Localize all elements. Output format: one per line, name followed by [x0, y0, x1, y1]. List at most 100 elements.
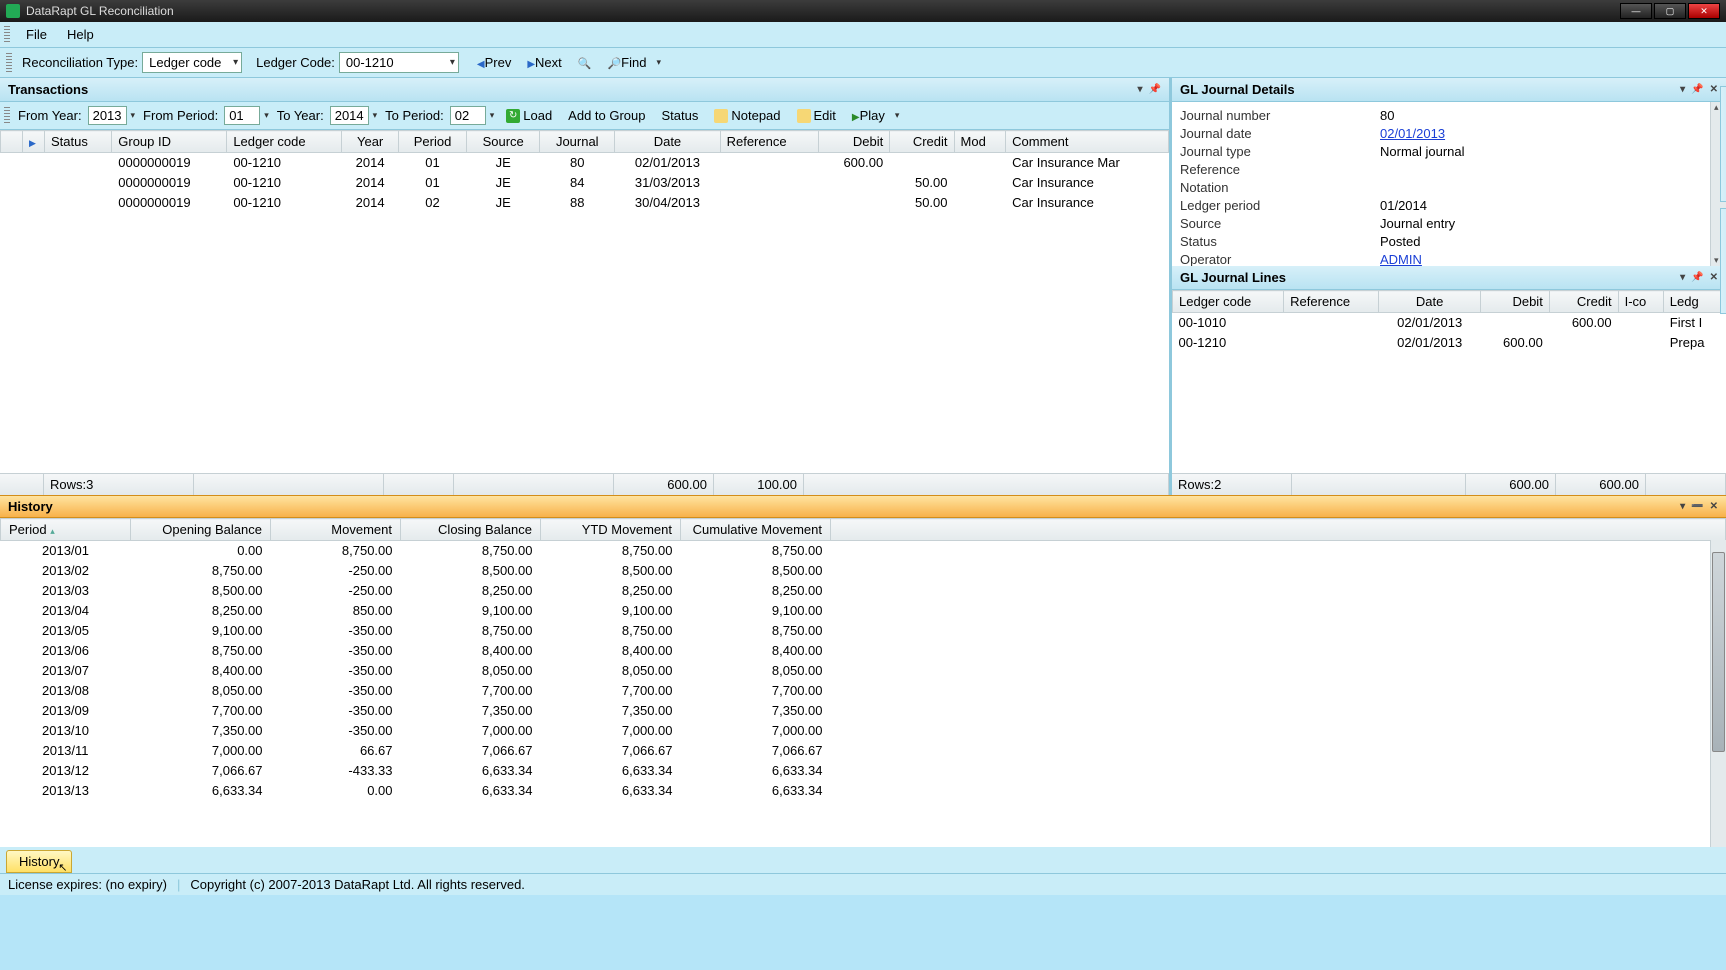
pin-icon[interactable]: 📌	[1691, 272, 1703, 283]
table-row[interactable]: 2013/136,633.340.006,633.346,633.346,633…	[1, 781, 1726, 801]
col-reference[interactable]: Reference	[1284, 291, 1379, 313]
table-row[interactable]: 2013/028,750.00-250.008,500.008,500.008,…	[1, 561, 1726, 581]
table-row[interactable]: 2013/068,750.00-350.008,400.008,400.008,…	[1, 641, 1726, 661]
recon-type-select[interactable]: Ledger code	[142, 52, 242, 73]
refresh-icon	[506, 109, 520, 123]
dropdown-icon[interactable]: ▾	[1680, 84, 1685, 95]
menu-file[interactable]: File	[16, 24, 57, 45]
col-year[interactable]: Year	[342, 131, 399, 153]
next-button[interactable]: Next	[521, 53, 567, 72]
lines-grid[interactable]: Ledger code Reference Date Debit Credit …	[1172, 290, 1726, 353]
col-ledg[interactable]: Ledg	[1663, 291, 1725, 313]
table-row[interactable]: 2013/038,500.00-250.008,250.008,250.008,…	[1, 581, 1726, 601]
status-button[interactable]: Status	[656, 106, 705, 125]
edit-button[interactable]: Edit	[791, 106, 842, 125]
from-year-label: From Year:	[18, 108, 82, 123]
table-row[interactable]: 2013/010.008,750.008,750.008,750.008,750…	[1, 541, 1726, 561]
from-period-input[interactable]: 01	[224, 106, 260, 125]
play-icon	[852, 108, 860, 123]
close-button[interactable]: ✕	[1688, 3, 1720, 19]
app-icon	[6, 4, 20, 18]
notepad-button[interactable]: Notepad	[708, 106, 786, 125]
col-ledger[interactable]: Ledger code	[1173, 291, 1284, 313]
table-row[interactable]: 2013/097,700.00-350.007,350.007,350.007,…	[1, 701, 1726, 721]
col-period[interactable]: Period	[398, 131, 466, 153]
dropdown-icon[interactable]: ▾	[895, 110, 900, 121]
detail-row: StatusPosted	[1180, 232, 1718, 250]
dropdown-icon[interactable]: ▾	[656, 57, 661, 68]
table-row[interactable]: 000000001900-1210201401JE8002/01/2013600…	[1, 153, 1169, 173]
transactions-title: Transactions	[8, 82, 88, 97]
col-ytd[interactable]: YTD Movement	[541, 519, 681, 541]
col-ledger[interactable]: Ledger code	[227, 131, 342, 153]
search-button[interactable]	[572, 53, 598, 72]
account-info-tab[interactable]: Account Information	[1720, 86, 1726, 202]
col-journal[interactable]: Journal	[540, 131, 615, 153]
col-credit[interactable]: Credit	[1549, 291, 1618, 313]
load-button[interactable]: Load	[500, 106, 558, 125]
col-ico[interactable]: I-co	[1618, 291, 1663, 313]
col-debit[interactable]: Debit	[819, 131, 890, 153]
play-button[interactable]: Play	[846, 106, 891, 125]
history-grid[interactable]: Period ▴ Opening Balance Movement Closin…	[0, 518, 1726, 847]
transactions-grid[interactable]: Status Group ID Ledger code Year Period …	[0, 130, 1169, 213]
minimize-button[interactable]: —	[1620, 3, 1652, 19]
col-reference[interactable]: Reference	[720, 131, 818, 153]
table-row[interactable]: 00-101002/01/2013600.00First I	[1173, 313, 1726, 333]
add-to-group-button[interactable]: Add to Group	[562, 106, 651, 125]
detail-row: SourceJournal entry	[1180, 214, 1718, 232]
col-date[interactable]: Date	[1379, 291, 1481, 313]
col-credit[interactable]: Credit	[890, 131, 954, 153]
to-period-input[interactable]: 02	[450, 106, 486, 125]
table-row[interactable]: 2013/117,000.0066.677,066.677,066.677,06…	[1, 741, 1726, 761]
table-row[interactable]: 2013/088,050.00-350.007,700.007,700.007,…	[1, 681, 1726, 701]
col-cum[interactable]: Cumulative Movement	[681, 519, 831, 541]
pin-icon[interactable]: 📌	[1691, 84, 1703, 95]
transactions-footer: Rows:3 600.00 100.00	[0, 473, 1169, 495]
to-year-input[interactable]: 2014	[330, 106, 369, 125]
lines-header: GL Journal Lines ▾ 📌 ✕	[1172, 266, 1726, 290]
close-icon[interactable]: ✕	[1710, 272, 1718, 283]
table-row[interactable]: 2013/059,100.00-350.008,750.008,750.008,…	[1, 621, 1726, 641]
history-tab[interactable]: History↖	[6, 850, 72, 873]
dropdown-icon[interactable]: ▾	[1138, 84, 1143, 95]
reconciliation-set-tab[interactable]: Reconciliation Set	[1720, 208, 1726, 314]
col-mod[interactable]: Mod	[954, 131, 1006, 153]
footer-credit: 600.00	[1599, 477, 1639, 492]
ledger-code-select[interactable]: 00-1210	[339, 52, 459, 73]
prev-icon	[477, 55, 485, 70]
col-open[interactable]: Opening Balance	[131, 519, 271, 541]
col-date[interactable]: Date	[615, 131, 720, 153]
scrollbar[interactable]	[1710, 540, 1726, 847]
table-row[interactable]: 000000001900-1210201402JE8830/04/201350.…	[1, 193, 1169, 213]
col-debit[interactable]: Debit	[1481, 291, 1550, 313]
table-row[interactable]: 2013/048,250.00850.009,100.009,100.009,1…	[1, 601, 1726, 621]
menu-help[interactable]: Help	[57, 24, 104, 45]
table-row[interactable]: 2013/127,066.67-433.336,633.346,633.346,…	[1, 761, 1726, 781]
from-year-input[interactable]: 2013	[88, 106, 127, 125]
col-move[interactable]: Movement	[271, 519, 401, 541]
maximize-button[interactable]: ▢	[1654, 3, 1686, 19]
pin-icon[interactable]: ➖	[1691, 501, 1703, 512]
col-group[interactable]: Group ID	[112, 131, 227, 153]
dropdown-icon[interactable]: ▾	[1680, 272, 1685, 283]
dropdown-icon[interactable]: ▾	[1680, 501, 1685, 512]
col-source[interactable]: Source	[467, 131, 540, 153]
prev-button[interactable]: Prev	[471, 53, 517, 72]
recon-type-label: Reconciliation Type:	[22, 55, 138, 70]
col-period[interactable]: Period	[9, 522, 47, 537]
find-button[interactable]: Find	[601, 53, 652, 72]
pin-icon[interactable]: 📌	[1149, 84, 1161, 95]
play-column[interactable]	[23, 131, 45, 153]
history-title: History	[8, 499, 53, 514]
close-icon[interactable]: ✕	[1710, 501, 1718, 512]
close-icon[interactable]: ✕	[1710, 84, 1718, 95]
table-row[interactable]: 2013/078,400.00-350.008,050.008,050.008,…	[1, 661, 1726, 681]
col-close[interactable]: Closing Balance	[401, 519, 541, 541]
table-row[interactable]: 2013/107,350.00-350.007,000.007,000.007,…	[1, 721, 1726, 741]
check-column[interactable]	[1, 131, 23, 153]
table-row[interactable]: 000000001900-1210201401JE8431/03/201350.…	[1, 173, 1169, 193]
col-comment[interactable]: Comment	[1006, 131, 1169, 153]
col-status[interactable]: Status	[45, 131, 112, 153]
table-row[interactable]: 00-121002/01/2013600.00Prepa	[1173, 333, 1726, 353]
